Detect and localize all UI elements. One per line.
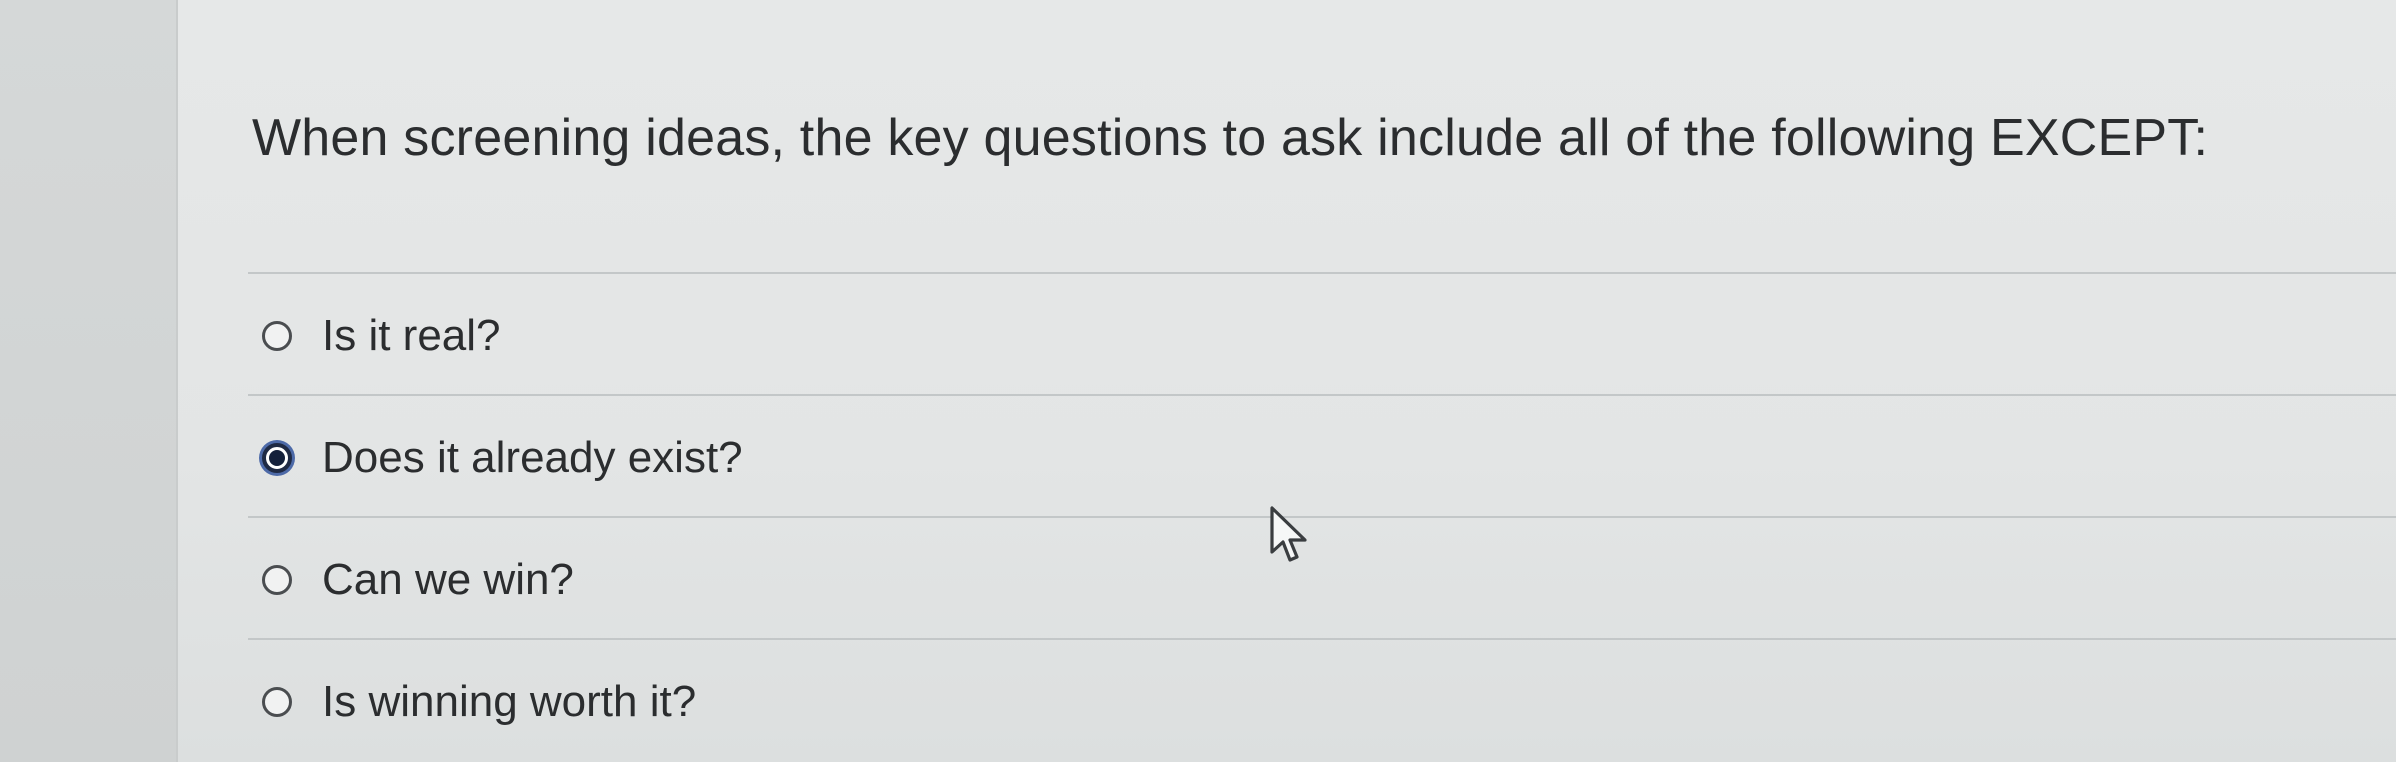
radio-button[interactable] [262, 565, 292, 595]
mouse-pointer-icon [1270, 506, 1307, 562]
left-gutter [0, 0, 176, 762]
option-does-it-already-exist[interactable]: Does it already exist? [262, 423, 743, 493]
radio-dot [269, 450, 285, 466]
separator [248, 272, 2396, 274]
separator [248, 638, 2396, 640]
option-label: Is winning worth it? [322, 677, 697, 726]
radio-button[interactable] [262, 321, 292, 351]
option-can-we-win[interactable]: Can we win? [262, 545, 574, 615]
option-is-it-real[interactable]: Is it real? [262, 301, 501, 371]
option-label: Can we win? [322, 555, 574, 604]
quiz-screen: When screening ideas, the key questions … [0, 0, 2396, 762]
question-text: When screening ideas, the key questions … [252, 109, 2209, 167]
radio-button[interactable] [262, 687, 292, 717]
separator [248, 394, 2396, 396]
option-is-winning-worth-it[interactable]: Is winning worth it? [262, 667, 696, 737]
radio-button-selected[interactable] [262, 443, 292, 473]
separator [248, 516, 2396, 518]
option-label: Does it already exist? [322, 433, 743, 482]
option-label: Is it real? [322, 311, 501, 360]
question-panel: When screening ideas, the key questions … [176, 0, 2396, 762]
